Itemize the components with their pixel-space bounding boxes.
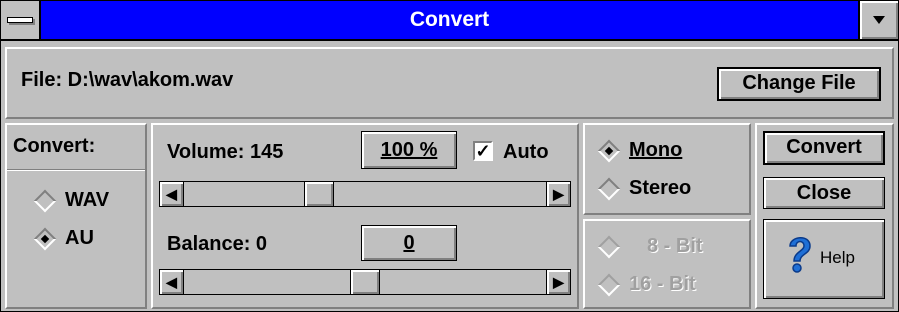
- system-menu-button[interactable]: [1, 1, 41, 39]
- system-menu-icon: [7, 17, 33, 23]
- arrow-left-icon[interactable]: ◀: [160, 270, 184, 294]
- format-panel: Convert: WAV AU: [5, 123, 147, 309]
- mono-label[interactable]: Mono: [629, 139, 682, 162]
- channels-panel: Mono Stereo: [583, 123, 751, 215]
- 8-bit-label[interactable]: 8 - Bit: [647, 235, 703, 258]
- auto-label[interactable]: Auto: [503, 141, 549, 164]
- convert-button[interactable]: Convert: [763, 131, 885, 165]
- auto-checkbox[interactable]: ✓: [473, 141, 493, 161]
- window-title: Convert: [409, 8, 490, 31]
- change-file-button[interactable]: Change File: [717, 67, 881, 101]
- bits-panel: 8 - Bit 16 - Bit: [583, 219, 751, 309]
- stereo-label[interactable]: Stereo: [629, 177, 691, 200]
- stereo-radio[interactable]: [597, 177, 621, 201]
- file-label: File: D:\wav\akom.wav: [21, 69, 234, 91]
- chevron-down-icon: [873, 16, 885, 24]
- help-button[interactable]: Help: [763, 219, 885, 299]
- actions-panel: Convert Close Help: [755, 123, 894, 309]
- arrow-left-icon[interactable]: ◀: [160, 182, 184, 206]
- levels-panel: Volume: 145 100 % ✓ Auto ◀ ▶ Balance: 0 …: [151, 123, 579, 309]
- au-radio[interactable]: [33, 227, 57, 251]
- convert-window: Convert File: D:\wav\akom.wav Change Fil…: [0, 0, 899, 312]
- format-heading: Convert:: [13, 135, 96, 157]
- volume-slider-thumb[interactable]: [304, 182, 334, 206]
- file-panel: File: D:\wav\akom.wav Change File: [5, 47, 894, 119]
- arrow-right-icon[interactable]: ▶: [546, 270, 570, 294]
- divider: [7, 169, 145, 171]
- balance-label: Balance: 0: [167, 233, 268, 255]
- help-question-icon: [789, 237, 811, 273]
- balance-reset-button[interactable]: 0: [361, 225, 457, 261]
- help-label: Help: [820, 248, 855, 267]
- 8-bit-radio[interactable]: [597, 235, 621, 259]
- au-label[interactable]: AU: [65, 227, 94, 250]
- arrow-right-icon[interactable]: ▶: [546, 182, 570, 206]
- close-button[interactable]: Close: [763, 177, 885, 209]
- 16-bit-label[interactable]: 16 - Bit: [629, 273, 696, 296]
- 16-bit-radio[interactable]: [597, 273, 621, 297]
- volume-slider[interactable]: ◀ ▶: [159, 181, 571, 207]
- mono-radio[interactable]: [597, 139, 621, 163]
- wav-radio[interactable]: [33, 189, 57, 213]
- balance-slider[interactable]: ◀ ▶: [159, 269, 571, 295]
- minimize-button[interactable]: [858, 1, 898, 39]
- title-bar[interactable]: Convert: [1, 1, 898, 41]
- volume-label: Volume: 145: [167, 141, 284, 163]
- wav-label[interactable]: WAV: [65, 189, 109, 212]
- balance-slider-thumb[interactable]: [350, 270, 380, 294]
- volume-reset-button[interactable]: 100 %: [361, 131, 457, 169]
